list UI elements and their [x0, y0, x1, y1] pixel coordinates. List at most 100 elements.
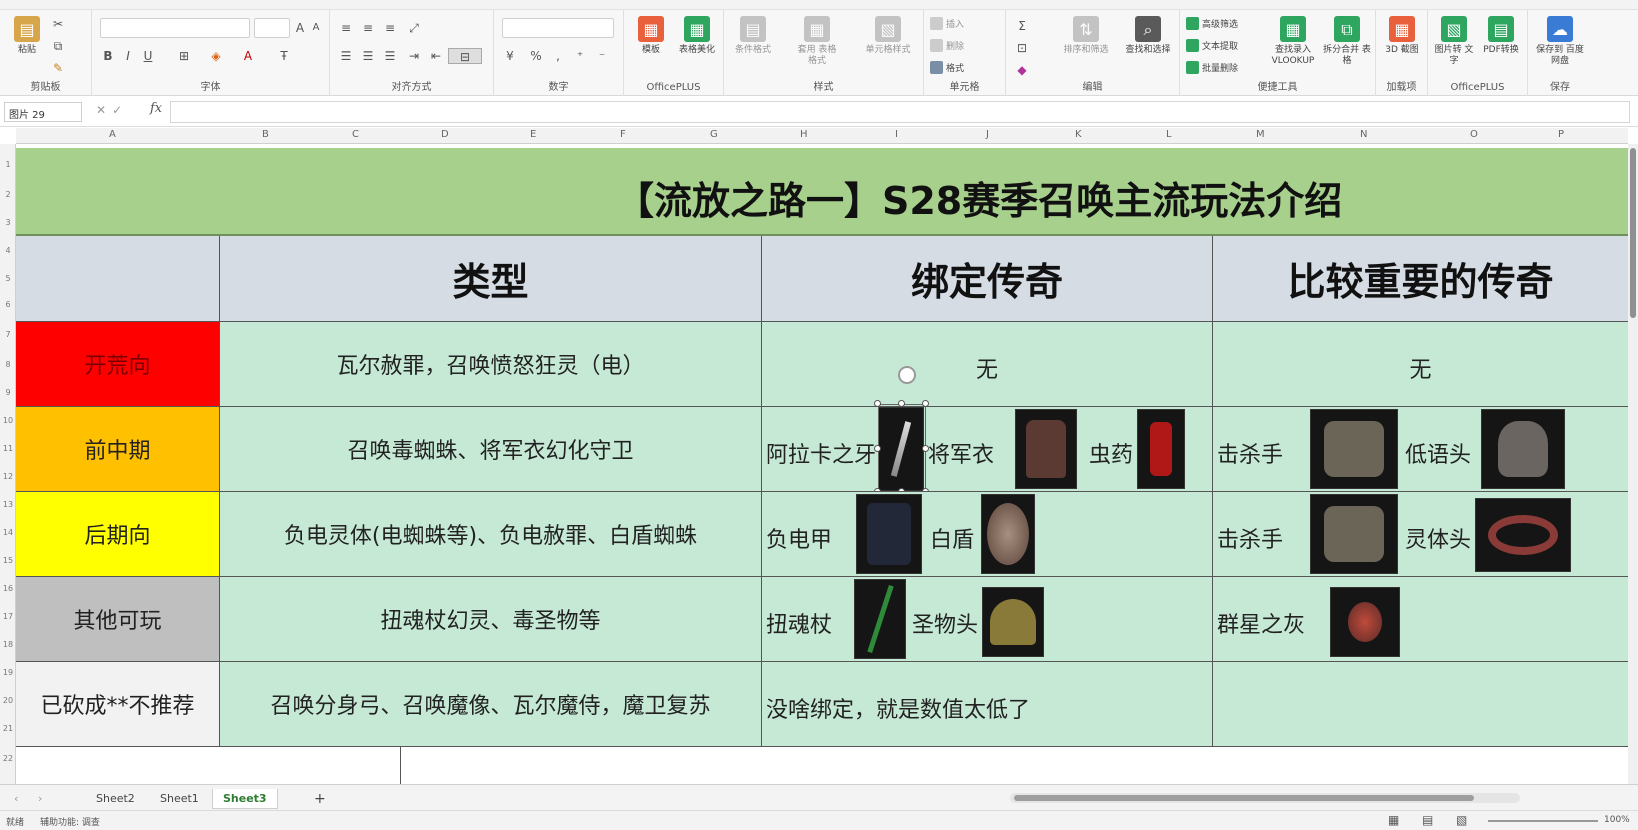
- orientation-icon[interactable]: ⤢: [406, 20, 422, 36]
- align-center-icon[interactable]: ☰: [360, 48, 376, 64]
- fx-icon[interactable]: fx: [150, 101, 162, 116]
- important-legendary-cell[interactable]: 击杀手 低语头: [1213, 407, 1628, 491]
- row-number[interactable]: 10: [0, 416, 16, 425]
- strikethrough-icon[interactable]: Ŧ: [276, 48, 292, 64]
- category-cell[interactable]: 后期向: [16, 492, 220, 576]
- empty-row[interactable]: [16, 746, 1628, 785]
- item-image-gloves[interactable]: [1310, 494, 1398, 574]
- header-cell-important-legendary[interactable]: 比较重要的传奇: [1213, 236, 1628, 321]
- important-legendary-cell[interactable]: 群星之灰: [1213, 577, 1628, 661]
- resize-handle[interactable]: [922, 445, 929, 452]
- copy-icon[interactable]: ⧉: [50, 38, 66, 54]
- paste-button[interactable]: ▤ 粘贴: [4, 14, 50, 56]
- page-layout-icon[interactable]: ▤: [1422, 813, 1433, 827]
- category-cell[interactable]: 开荒向: [16, 322, 220, 406]
- row-number[interactable]: 21: [0, 724, 16, 733]
- save-to-cloud-button[interactable]: ☁ 保存到 百度网盘: [1532, 14, 1588, 67]
- row-number[interactable]: 20: [0, 696, 16, 705]
- column-letter[interactable]: J: [986, 129, 989, 140]
- type-cell[interactable]: 召唤分身弓、召唤魔像、瓦尔魔侍，魔卫复苏: [220, 662, 762, 746]
- row-number[interactable]: 13: [0, 500, 16, 509]
- table-format-button[interactable]: ▦ 套用 表格格式: [794, 14, 840, 67]
- column-letter[interactable]: L: [1166, 129, 1172, 140]
- comma-icon[interactable]: ,: [550, 48, 566, 64]
- important-legendary-cell[interactable]: [1213, 662, 1628, 746]
- column-letter[interactable]: K: [1075, 129, 1082, 140]
- tab-sheet2[interactable]: Sheet2: [86, 789, 145, 809]
- decrease-decimal-icon[interactable]: ⁻: [594, 48, 610, 64]
- find-select-button[interactable]: ⌕ 查找和选择: [1118, 14, 1178, 56]
- rotate-handle-icon[interactable]: [898, 366, 916, 384]
- resize-handle[interactable]: [898, 400, 905, 407]
- item-image-helm[interactable]: [1481, 409, 1565, 489]
- category-cell[interactable]: 已砍成**不推荐: [16, 662, 220, 746]
- outdent-icon[interactable]: ⇤: [428, 48, 444, 64]
- column-letter[interactable]: B: [262, 129, 269, 140]
- row-number[interactable]: 7: [0, 330, 16, 339]
- table-beautify-button[interactable]: ▦ 表格美化: [674, 14, 720, 56]
- category-cell[interactable]: 前中期: [16, 407, 220, 491]
- number-format-select[interactable]: [502, 18, 614, 38]
- decrease-font-icon[interactable]: A: [308, 20, 324, 36]
- column-letter[interactable]: M: [1256, 129, 1265, 140]
- column-letter[interactable]: G: [710, 129, 718, 140]
- align-middle-icon[interactable]: ≡: [360, 20, 376, 36]
- addin-3d-button[interactable]: ▦ 3D 截图: [1379, 14, 1425, 56]
- category-cell[interactable]: 其他可玩: [16, 577, 220, 661]
- row-number[interactable]: 3: [0, 218, 16, 227]
- font-color-icon[interactable]: A: [240, 48, 256, 64]
- type-cell[interactable]: 瓦尔赦罪，召唤愤怒狂灵（电）: [220, 322, 762, 406]
- autosum-icon[interactable]: Σ: [1014, 18, 1030, 34]
- align-right-icon[interactable]: ☰: [382, 48, 398, 64]
- template-button[interactable]: ▦ 模板: [628, 14, 674, 56]
- font-family-select[interactable]: [100, 18, 250, 38]
- find-vlookup-button[interactable]: ▦ 查找录入 VLOOKUP: [1266, 14, 1320, 67]
- resize-handle[interactable]: [874, 445, 881, 452]
- prev-sheet-icon[interactable]: ‹: [4, 789, 28, 809]
- bound-legendary-cell[interactable]: 扭魂杖 圣物头: [762, 577, 1213, 661]
- title-band[interactable]: 【流放之路一】S28赛季召唤主流玩法介绍: [16, 148, 1628, 236]
- row-number[interactable]: 19: [0, 668, 16, 677]
- column-letter[interactable]: F: [620, 129, 626, 140]
- bound-legendary-cell[interactable]: 无: [762, 322, 1213, 406]
- normal-view-icon[interactable]: ▦: [1388, 813, 1399, 827]
- merge-center-icon[interactable]: ⊟: [448, 48, 482, 64]
- row-number[interactable]: 12: [0, 472, 16, 481]
- column-letter[interactable]: P: [1558, 129, 1564, 140]
- item-image-gloves[interactable]: [1310, 409, 1398, 489]
- bound-legendary-cell[interactable]: 阿拉卡之牙 将军衣 虫药: [762, 407, 1213, 491]
- batch-delete-button[interactable]: 批量删除: [1186, 58, 1238, 76]
- bound-legendary-cell[interactable]: 没啥绑定，就是数值太低了: [762, 662, 1213, 746]
- zoom-level[interactable]: 100%: [1604, 815, 1630, 825]
- advanced-filter-button[interactable]: 高级筛选: [1186, 14, 1238, 32]
- item-image-body-armour[interactable]: [856, 494, 922, 574]
- row-number[interactable]: 9: [0, 388, 16, 397]
- horizontal-scrollbar[interactable]: [1010, 793, 1520, 803]
- column-letter[interactable]: D: [441, 129, 449, 140]
- bold-icon[interactable]: B: [100, 48, 116, 64]
- underline-icon[interactable]: U: [140, 48, 156, 64]
- row-number[interactable]: 17: [0, 612, 16, 621]
- delete-button[interactable]: 删除: [930, 36, 964, 54]
- column-letter[interactable]: O: [1470, 129, 1478, 140]
- row-number[interactable]: 14: [0, 528, 16, 537]
- text-extract-button[interactable]: 文本提取: [1186, 36, 1238, 54]
- column-letter[interactable]: H: [800, 129, 808, 140]
- vertical-scrollbar[interactable]: [1628, 144, 1638, 784]
- row-number[interactable]: 5: [0, 274, 16, 283]
- pdf-convert-button[interactable]: ▤ PDF转换: [1478, 14, 1524, 56]
- font-size-select[interactable]: [254, 18, 290, 38]
- fill-icon[interactable]: ⊡: [1014, 40, 1030, 56]
- horizontal-scroll-thumb[interactable]: [1014, 795, 1474, 801]
- resize-handle[interactable]: [874, 400, 881, 407]
- item-image-staff[interactable]: [854, 579, 906, 659]
- accessibility-status[interactable]: 辅助功能: 调查: [40, 815, 100, 828]
- fill-color-icon[interactable]: ◈: [208, 48, 224, 64]
- conditional-format-button[interactable]: ▤ 条件格式: [730, 14, 776, 56]
- row-number[interactable]: 22: [0, 754, 16, 763]
- row-number[interactable]: 1: [0, 160, 16, 169]
- sort-filter-button[interactable]: ⇅ 排序和筛选: [1056, 14, 1116, 56]
- split-merge-button[interactable]: ⧉ 拆分合并 表格: [1320, 14, 1374, 67]
- header-cell-category[interactable]: [16, 236, 220, 321]
- confirm-icon[interactable]: ✓: [112, 103, 128, 117]
